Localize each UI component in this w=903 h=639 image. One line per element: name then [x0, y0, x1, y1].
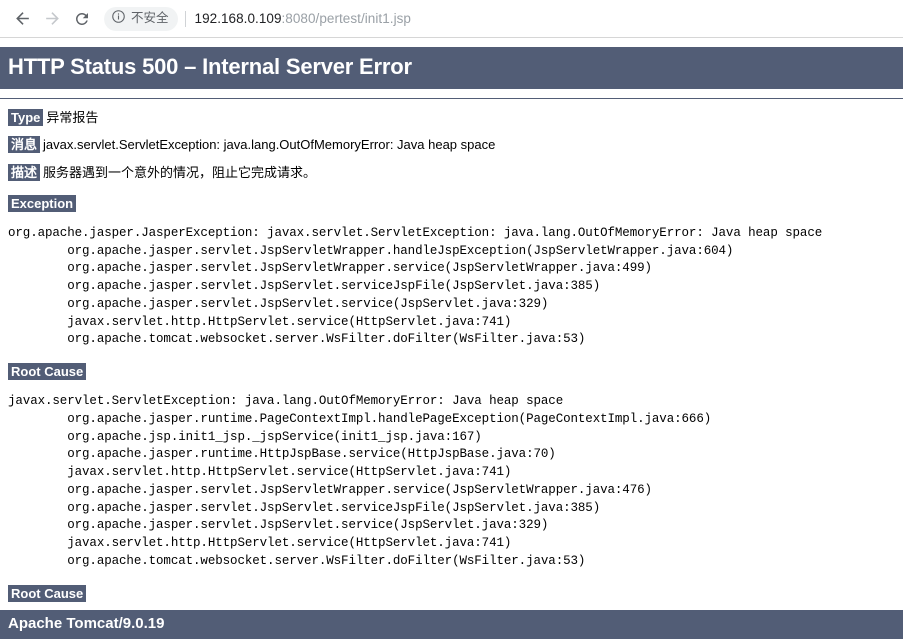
- browser-toolbar: 不安全 192.168.0.109:8080/pertest/init1.jsp: [0, 0, 903, 38]
- message-value: javax.servlet.ServletException: java.lan…: [43, 137, 496, 153]
- info-circle-icon: [111, 9, 126, 29]
- root-cause-label: Root Cause: [8, 584, 87, 602]
- security-label: 不安全: [131, 11, 169, 26]
- description-row: 描述 服务器遇到一个意外的情况，阻止它完成请求。: [0, 163, 903, 181]
- back-arrow-icon: [13, 9, 32, 28]
- exception-label: Exception: [8, 194, 77, 212]
- type-label: Type: [8, 109, 44, 126]
- url-path: :8080/pertest/init1.jsp: [281, 11, 411, 26]
- root-cause-2-heading: Root Cause: [0, 584, 903, 603]
- description-label: 描述: [8, 163, 41, 181]
- root-cause-label: Root Cause: [8, 363, 87, 380]
- url-text[interactable]: 192.168.0.109:8080/pertest/init1.jsp: [195, 11, 411, 26]
- forward-arrow-icon: [43, 9, 62, 28]
- type-row: Type 异常报告: [0, 109, 903, 126]
- forward-button[interactable]: [38, 5, 66, 33]
- root-cause-1-heading: Root Cause: [0, 363, 903, 381]
- omnibox-divider: [184, 10, 186, 27]
- title-divider: [0, 98, 903, 99]
- back-button[interactable]: [8, 5, 36, 33]
- address-bar[interactable]: 不安全 192.168.0.109:8080/pertest/init1.jsp: [104, 5, 895, 33]
- reload-button[interactable]: [68, 5, 96, 33]
- description-value: 服务器遇到一个意外的情况，阻止它完成请求。: [43, 164, 317, 180]
- reload-icon: [73, 10, 91, 28]
- type-value: 异常报告: [46, 110, 99, 125]
- site-security-chip[interactable]: 不安全: [104, 6, 178, 31]
- root-cause-1-stacktrace: javax.servlet.ServletException: java.lan…: [8, 394, 712, 568]
- page-title: HTTP Status 500 – Internal Server Error: [0, 47, 903, 89]
- server-version-footer: Apache Tomcat/9.0.19: [0, 610, 903, 639]
- tomcat-error-page: HTTP Status 500 – Internal Server Error …: [0, 47, 903, 639]
- url-host: 192.168.0.109: [194, 11, 282, 26]
- message-label: 消息: [8, 136, 41, 154]
- exception-heading: Exception: [0, 194, 903, 213]
- message-row: 消息 javax.servlet.ServletException: java.l…: [0, 136, 903, 154]
- exception-stacktrace: org.apache.jasper.JasperException: javax…: [8, 225, 823, 347]
